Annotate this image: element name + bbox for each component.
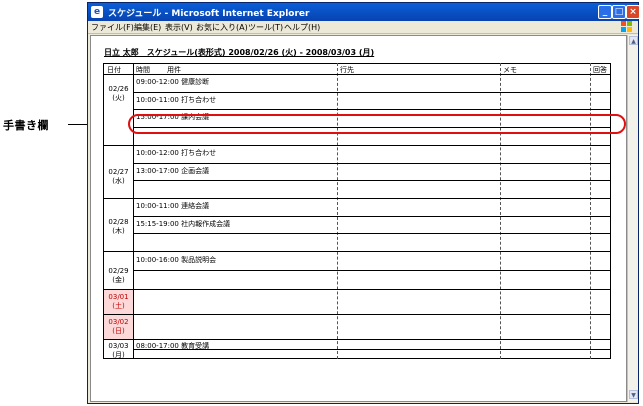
day-date: 03/01 [108, 293, 129, 301]
day-divider [103, 339, 611, 340]
day-weekday: (水) [112, 177, 125, 185]
menu-favorites[interactable]: お気に入り(A) [196, 22, 248, 33]
day-date: 02/28 [108, 218, 129, 226]
handwriting-area-highlight [128, 114, 626, 134]
day-0226: 02/26 (火) [104, 85, 133, 103]
day-0229: 02/29 (金) [104, 267, 133, 285]
menu-file[interactable]: ファイル(F) [91, 22, 134, 33]
menu-bar: ファイル(F) 編集(E) 表示(V) お気に入り(A) ツール(T) ヘルプ(… [88, 21, 638, 34]
row-line [133, 109, 611, 110]
day-0301: 03/01 (土) [104, 293, 133, 311]
day-weekday: (金) [112, 276, 125, 284]
menu-tools[interactable]: ツール(T) [248, 22, 283, 33]
day-weekday: (日) [112, 327, 125, 335]
schedule-entry[interactable]: 10:00-16:00 製品説明会 [136, 255, 216, 265]
day-0303: 03/03 (月) [104, 342, 133, 360]
title-bar: e スケジュール - Microsoft Internet Explorer _… [88, 3, 640, 21]
menu-edit[interactable]: 編集(E) [134, 22, 161, 33]
day-divider [103, 251, 611, 252]
page-content: 日立 太郎 スケジュール(表形式) 2008/02/26 (火) - 2008/… [90, 35, 627, 402]
day-date: 02/29 [108, 267, 129, 275]
page-heading: 日立 太郎 スケジュール(表形式) 2008/02/26 (火) - 2008/… [104, 48, 375, 57]
close-button[interactable]: × [626, 5, 640, 19]
row-line [133, 180, 611, 181]
day-weekday: (土) [112, 302, 125, 310]
schedule-entry[interactable]: 13:00-17:00 企画会議 [136, 166, 209, 176]
day-date: 03/03 [108, 342, 129, 350]
scroll-down-arrow-icon[interactable]: ▼ [629, 390, 638, 399]
schedule-entry[interactable]: 10:00-12:00 打ち合わせ [136, 148, 216, 158]
row-line [133, 92, 611, 93]
row-line [133, 233, 611, 234]
day-weekday: (月) [112, 351, 125, 359]
schedule-entry[interactable]: 09:00-12:00 健康診断 [136, 77, 209, 87]
schedule-table: 日付 時間 用件 行先 メモ 回答 02/26 (火) 09:00-12:00 … [103, 63, 611, 359]
schedule-entry[interactable]: 10:00-11:00 連絡会議 [136, 201, 209, 211]
schedule-entry[interactable]: 08:00-17:00 教育受講 [136, 341, 209, 351]
row-line [133, 216, 611, 217]
day-0228: 02/28 (木) [104, 218, 133, 236]
schedule-entry[interactable]: 10:00-11:00 打ち合わせ [136, 95, 216, 105]
window-title: スケジュール - Microsoft Internet Explorer [108, 9, 310, 19]
row-line [133, 270, 611, 271]
day-divider [103, 198, 611, 199]
vertical-scrollbar[interactable]: ▲ ▼ [627, 35, 638, 402]
ie-icon: e [91, 6, 103, 18]
scroll-up-arrow-icon[interactable]: ▲ [629, 36, 638, 45]
maximize-button[interactable]: □ [612, 5, 626, 19]
day-date: 03/02 [108, 318, 129, 326]
minimize-button[interactable]: _ [598, 5, 612, 19]
menu-view[interactable]: 表示(V) [165, 22, 193, 33]
day-date: 02/27 [108, 168, 129, 176]
browser-window: e スケジュール - Microsoft Internet Explorer _… [87, 2, 640, 404]
day-weekday: (木) [112, 227, 125, 235]
schedule-entry[interactable]: 15:15-19:00 社内報作成会議 [136, 219, 230, 229]
header-divider [103, 74, 611, 75]
annotation-label: 手書き欄 [3, 119, 49, 132]
day-divider [103, 314, 611, 315]
day-0227: 02/27 (水) [104, 168, 133, 186]
day-0302: 03/02 (日) [104, 318, 133, 336]
day-divider [103, 289, 611, 290]
row-line [133, 163, 611, 164]
day-date: 02/26 [108, 85, 129, 93]
day-divider [103, 145, 611, 146]
menu-help[interactable]: ヘルプ(H) [284, 22, 320, 33]
windows-logo-icon [621, 21, 634, 33]
day-weekday: (火) [112, 94, 125, 102]
